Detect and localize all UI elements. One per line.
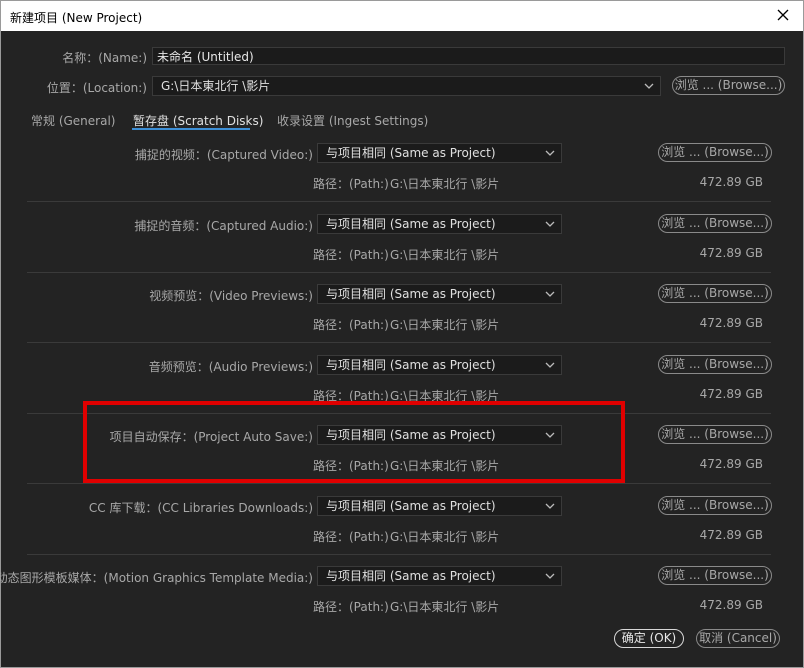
active-tab-indicator — [132, 128, 250, 130]
row-select-value: 与项目相同 (Same as Project) — [326, 569, 496, 583]
row-size: 472.89 GB — [699, 316, 763, 330]
row-browse-button[interactable]: 浏览 ... (Browse...) — [658, 354, 772, 374]
row-divider — [27, 412, 771, 414]
row-size: 472.89 GB — [699, 386, 763, 401]
row-select[interactable]: 与项目相同 (Same as Project) — [317, 213, 562, 234]
tab-scratch-disks[interactable]: 暂存盘 (Scratch Disks) — [133, 112, 263, 129]
name-input[interactable]: 未命名 (Untitled) — [152, 47, 785, 65]
row-path-value: G:\日本東北行 \影片 — [390, 388, 500, 403]
row-path-label: 路径：(Path:) — [313, 388, 389, 403]
location-value: G:\日本東北行 \影片 — [161, 79, 271, 93]
row-size: 472.89 GB — [699, 245, 763, 260]
row-select[interactable]: 与项目相同 (Same as Project) — [317, 143, 562, 163]
row-select-value: 与项目相同 (Same as Project) — [326, 498, 496, 513]
chevron-down-icon — [644, 83, 654, 89]
row-browse-button[interactable]: 浏览 ... (Browse...) — [658, 495, 772, 515]
row-label: 捕捉的音频：(Captured Audio:) — [134, 218, 313, 233]
row-path-label: 路径：(Path:) — [313, 529, 389, 544]
row-path-value: G:\日本東北行 \影片 — [390, 177, 500, 191]
chevron-down-icon — [545, 503, 555, 509]
row-path-value: G:\日本東北行 \影片 — [390, 600, 500, 614]
location-label: 位置：(Location:) — [46, 81, 147, 95]
row-label: 项目自动保存：(Project Auto Save:) — [109, 430, 313, 444]
location-browse-button[interactable]: 浏览 ... (Browse...) — [672, 76, 785, 95]
row-select-value: 与项目相同 (Same as Project) — [326, 428, 496, 442]
row-divider — [27, 271, 771, 273]
row-divider — [27, 342, 771, 343]
chevron-down-icon — [545, 291, 555, 297]
chevron-down-icon — [545, 573, 555, 579]
row-path-value: G:\日本東北行 \影片 — [390, 247, 500, 262]
row-path-label: 路径：(Path:) — [313, 600, 389, 614]
chevron-down-icon — [545, 432, 555, 438]
chevron-down-icon — [545, 221, 555, 227]
location-select[interactable]: G:\日本東北行 \影片 — [152, 76, 661, 96]
row-divider — [27, 201, 771, 202]
ok-button[interactable]: 确定 (OK) — [614, 629, 684, 648]
row-size: 472.89 GB — [699, 457, 763, 471]
window-title: 新建项目 (New Project) — [10, 11, 143, 25]
row-browse-button[interactable]: 浏览 ... (Browse...) — [658, 143, 772, 162]
row-select[interactable]: 与项目相同 (Same as Project) — [317, 354, 562, 375]
row-label: 音频预览：(Audio Previews:) — [148, 359, 313, 374]
row-path-value: G:\日本東北行 \影片 — [390, 529, 500, 544]
row-path-value: G:\日本東北行 \影片 — [390, 318, 500, 332]
row-path-label: 路径：(Path:) — [313, 459, 389, 473]
new-project-dialog: 新建项目 (New Project) 名称：(Name:) 未命名 (Untit… — [0, 0, 804, 668]
row-select[interactable]: 与项目相同 (Same as Project) — [317, 495, 562, 516]
row-select[interactable]: 与项目相同 (Same as Project) — [317, 425, 562, 445]
title-bar: 新建项目 (New Project) — [1, 1, 803, 31]
row-label: 捕捉的视频：(Captured Video:) — [134, 148, 313, 162]
row-select-value: 与项目相同 (Same as Project) — [326, 216, 496, 231]
row-path-value: G:\日本東北行 \影片 — [390, 459, 500, 473]
tab-ingest-settings[interactable]: 收录设置 (Ingest Settings) — [277, 112, 428, 129]
cancel-button[interactable]: 取消 (Cancel) — [696, 629, 780, 648]
row-select-value: 与项目相同 (Same as Project) — [326, 357, 496, 372]
row-divider — [27, 553, 771, 555]
chevron-down-icon — [545, 150, 555, 156]
row-label: 动态图形模板媒体：(Motion Graphics Template Media… — [0, 571, 313, 585]
row-select[interactable]: 与项目相同 (Same as Project) — [317, 566, 562, 586]
row-browse-button[interactable]: 浏览 ... (Browse...) — [658, 425, 772, 444]
row-size: 472.89 GB — [699, 527, 763, 542]
row-label: 视频预览：(Video Previews:) — [149, 289, 313, 303]
row-label: CC 库下载：(CC Libraries Downloads:) — [88, 500, 313, 515]
tab-general[interactable]: 常规 (General) — [31, 112, 115, 129]
row-size: 472.89 GB — [699, 175, 763, 189]
row-path-label: 路径：(Path:) — [313, 177, 389, 191]
row-select[interactable]: 与项目相同 (Same as Project) — [317, 284, 562, 304]
row-browse-button[interactable]: 浏览 ... (Browse...) — [658, 213, 772, 233]
row-browse-button[interactable]: 浏览 ... (Browse...) — [658, 566, 772, 585]
close-icon[interactable] — [773, 5, 793, 25]
row-path-label: 路径：(Path:) — [313, 318, 389, 332]
row-select-value: 与项目相同 (Same as Project) — [326, 146, 496, 160]
chevron-down-icon — [545, 362, 555, 368]
dialog-content: 名称：(Name:) 未命名 (Untitled) 位置：(Location:)… — [0, 31, 803, 667]
row-size: 472.89 GB — [699, 598, 763, 612]
row-divider — [27, 483, 771, 484]
row-select-value: 与项目相同 (Same as Project) — [326, 287, 496, 301]
name-label: 名称：(Name:) — [62, 51, 147, 65]
row-path-label: 路径：(Path:) — [313, 247, 389, 262]
row-browse-button[interactable]: 浏览 ... (Browse...) — [658, 284, 772, 303]
